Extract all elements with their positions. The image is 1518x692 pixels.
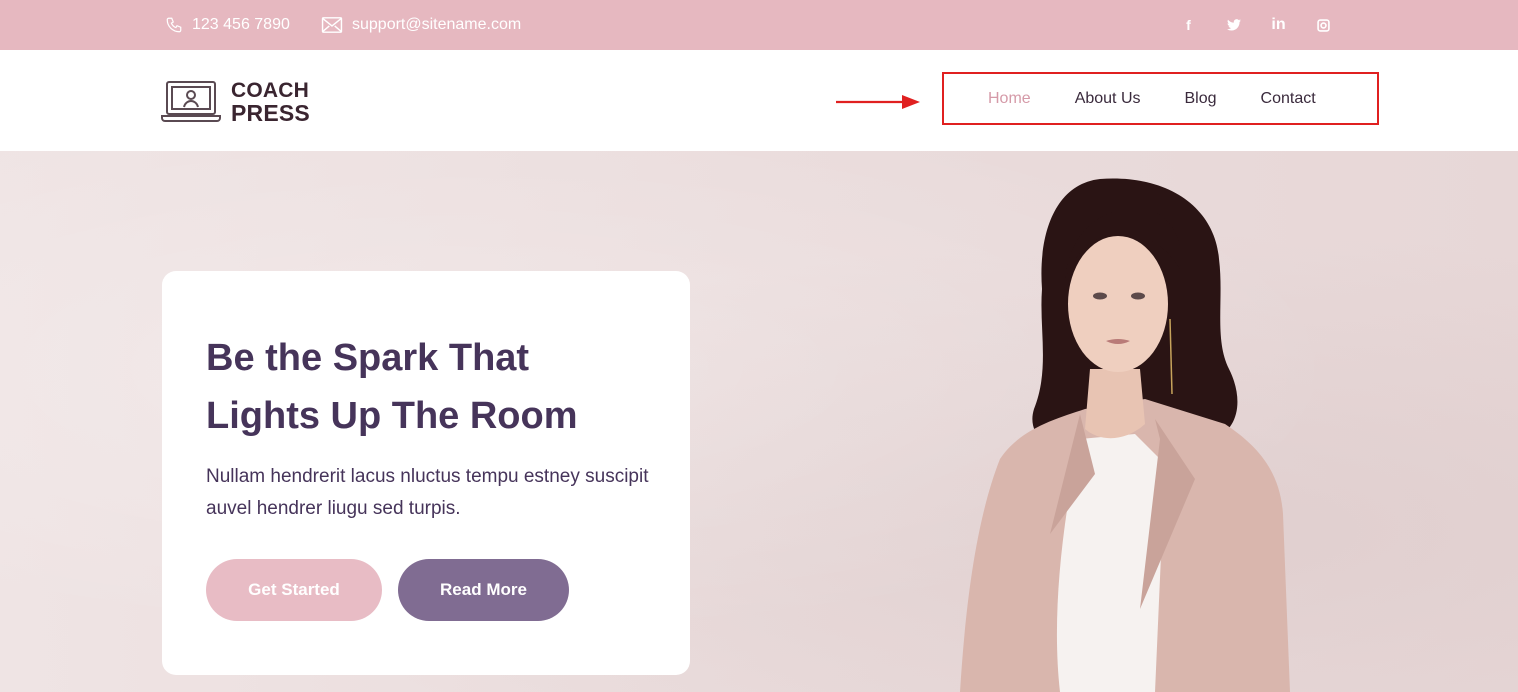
contact-email[interactable]: support@sitename.com xyxy=(321,0,521,50)
logo-text: COACH PRESS xyxy=(231,79,310,126)
phone-icon xyxy=(166,17,182,33)
site-logo[interactable]: COACH PRESS xyxy=(161,79,310,126)
site-header: COACH PRESS Home About Us Blog Contact xyxy=(0,50,1518,151)
laptop-logo-icon xyxy=(161,81,221,122)
contact-phone[interactable]: 123 456 7890 xyxy=(165,0,290,50)
top-bar: 123 456 7890 support@sitename.com f in xyxy=(0,0,1518,50)
facebook-link[interactable]: f xyxy=(1166,10,1211,40)
read-more-button[interactable]: Read More xyxy=(398,559,569,621)
get-started-button[interactable]: Get Started xyxy=(206,559,382,621)
phone-number: 123 456 7890 xyxy=(192,16,290,33)
nav-contact[interactable]: Contact xyxy=(1261,90,1316,108)
facebook-icon: f xyxy=(1186,17,1191,33)
twitter-link[interactable] xyxy=(1211,10,1256,40)
mail-icon xyxy=(321,17,343,33)
twitter-icon xyxy=(1226,19,1241,31)
nav-blog[interactable]: Blog xyxy=(1185,90,1217,108)
main-navigation: Home About Us Blog Contact xyxy=(988,72,1316,125)
hero-card: Be the Spark That Lights Up The Room Nul… xyxy=(162,271,690,675)
email-address: support@sitename.com xyxy=(352,16,522,33)
nav-home[interactable]: Home xyxy=(988,90,1031,108)
instagram-icon xyxy=(1317,18,1330,32)
logo-line-1: COACH xyxy=(231,79,309,102)
instagram-link[interactable] xyxy=(1301,10,1346,40)
logo-line-2: PRESS xyxy=(231,100,310,126)
hero-section: Be the Spark That Lights Up The Room Nul… xyxy=(0,151,1518,692)
hero-description: Nullam hendrerit lacus nluctus tempu est… xyxy=(206,466,649,519)
coach-portrait-image xyxy=(960,178,1290,692)
nav-about-us[interactable]: About Us xyxy=(1075,90,1141,108)
hero-title: Be the Spark That Lights Up The Room xyxy=(206,337,578,437)
linkedin-icon: in xyxy=(1271,16,1286,33)
social-links: f in xyxy=(1166,0,1346,50)
annotation-arrow-icon xyxy=(836,95,920,109)
linkedin-link[interactable]: in xyxy=(1256,10,1301,40)
